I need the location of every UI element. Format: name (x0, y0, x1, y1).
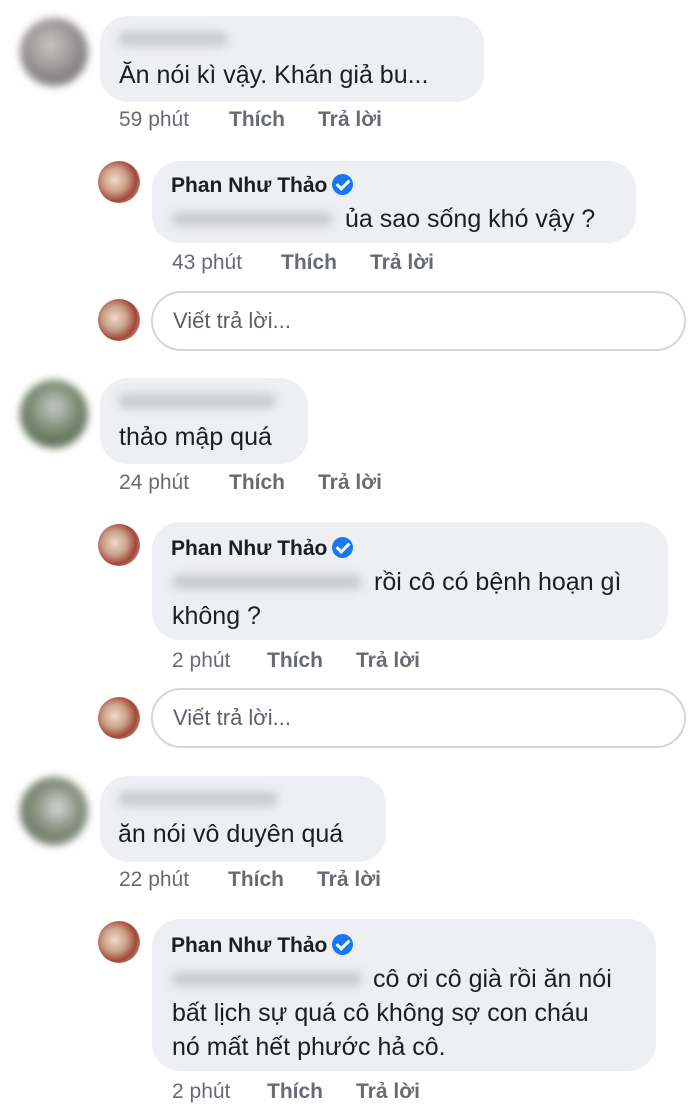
like-button[interactable]: Thích (267, 649, 323, 673)
reply-author[interactable]: Phan Như Thảo (171, 174, 354, 198)
reply-button[interactable]: Trả lời (370, 251, 434, 275)
mention-blurred[interactable] (172, 212, 332, 226)
commenter-name-blurred[interactable] (118, 394, 276, 408)
comment-text: thảo mập quá (119, 423, 272, 451)
reply-time[interactable]: 43 phút (172, 251, 242, 275)
commenter-avatar[interactable] (20, 777, 88, 845)
verified-badge-icon (332, 537, 354, 558)
reply-button[interactable]: Trả lời (356, 1080, 420, 1104)
like-button[interactable]: Thích (229, 108, 285, 132)
mention-blurred[interactable] (172, 972, 362, 986)
replier-avatar[interactable] (98, 524, 140, 566)
like-button[interactable]: Thích (281, 251, 337, 275)
current-user-avatar (98, 299, 140, 341)
like-button[interactable]: Thích (267, 1080, 323, 1104)
verified-badge-icon (332, 934, 354, 955)
comment-time[interactable]: 24 phút (119, 471, 189, 495)
reply-button[interactable]: Trả lời (318, 471, 382, 495)
replier-avatar[interactable] (98, 161, 140, 203)
comment-time[interactable]: 22 phút (119, 868, 189, 892)
mention-blurred[interactable] (172, 575, 362, 589)
reply-input[interactable] (173, 690, 625, 746)
reply-input-field[interactable] (151, 688, 686, 748)
reply-author[interactable]: Phan Như Thảo (171, 537, 354, 561)
reply-button[interactable]: Trả lời (356, 649, 420, 673)
reply-time[interactable]: 2 phút (172, 1080, 230, 1104)
reply-input[interactable] (173, 293, 625, 349)
reply-text-line: không ? (172, 602, 261, 630)
replier-avatar[interactable] (98, 921, 140, 963)
commenter-avatar[interactable] (20, 18, 88, 86)
reply-text: ủa sao sống khó vậy ? (345, 205, 596, 233)
like-button[interactable]: Thích (228, 868, 284, 892)
reply-author[interactable]: Phan Như Thảo (171, 934, 354, 958)
like-button[interactable]: Thích (229, 471, 285, 495)
verified-badge-icon (332, 174, 354, 195)
commenter-avatar[interactable] (20, 380, 88, 448)
comment-text: Ăn nói kì vậy. Khán giả bu... (119, 61, 429, 89)
reply-button[interactable]: Trả lời (317, 868, 381, 892)
current-user-avatar (98, 697, 140, 739)
comment-text: ăn nói vô duyên quá (118, 820, 344, 848)
reply-text-line: cô ơi cô già rồi ăn nói (373, 965, 612, 993)
reply-input-field[interactable] (151, 291, 686, 351)
reply-button[interactable]: Trả lời (318, 108, 382, 132)
commenter-name-blurred[interactable] (118, 792, 278, 806)
reply-text-line: bất lịch sự quá cô không sợ con cháu (172, 999, 589, 1027)
comment-time[interactable]: 59 phút (119, 108, 189, 132)
reply-time[interactable]: 2 phút (172, 649, 230, 673)
commenter-name-blurred[interactable] (118, 32, 228, 46)
reply-text-line: nó mất hết phước hả cô. (172, 1033, 446, 1061)
reply-text-line: rồi cô có bệnh hoạn gì (374, 568, 622, 596)
